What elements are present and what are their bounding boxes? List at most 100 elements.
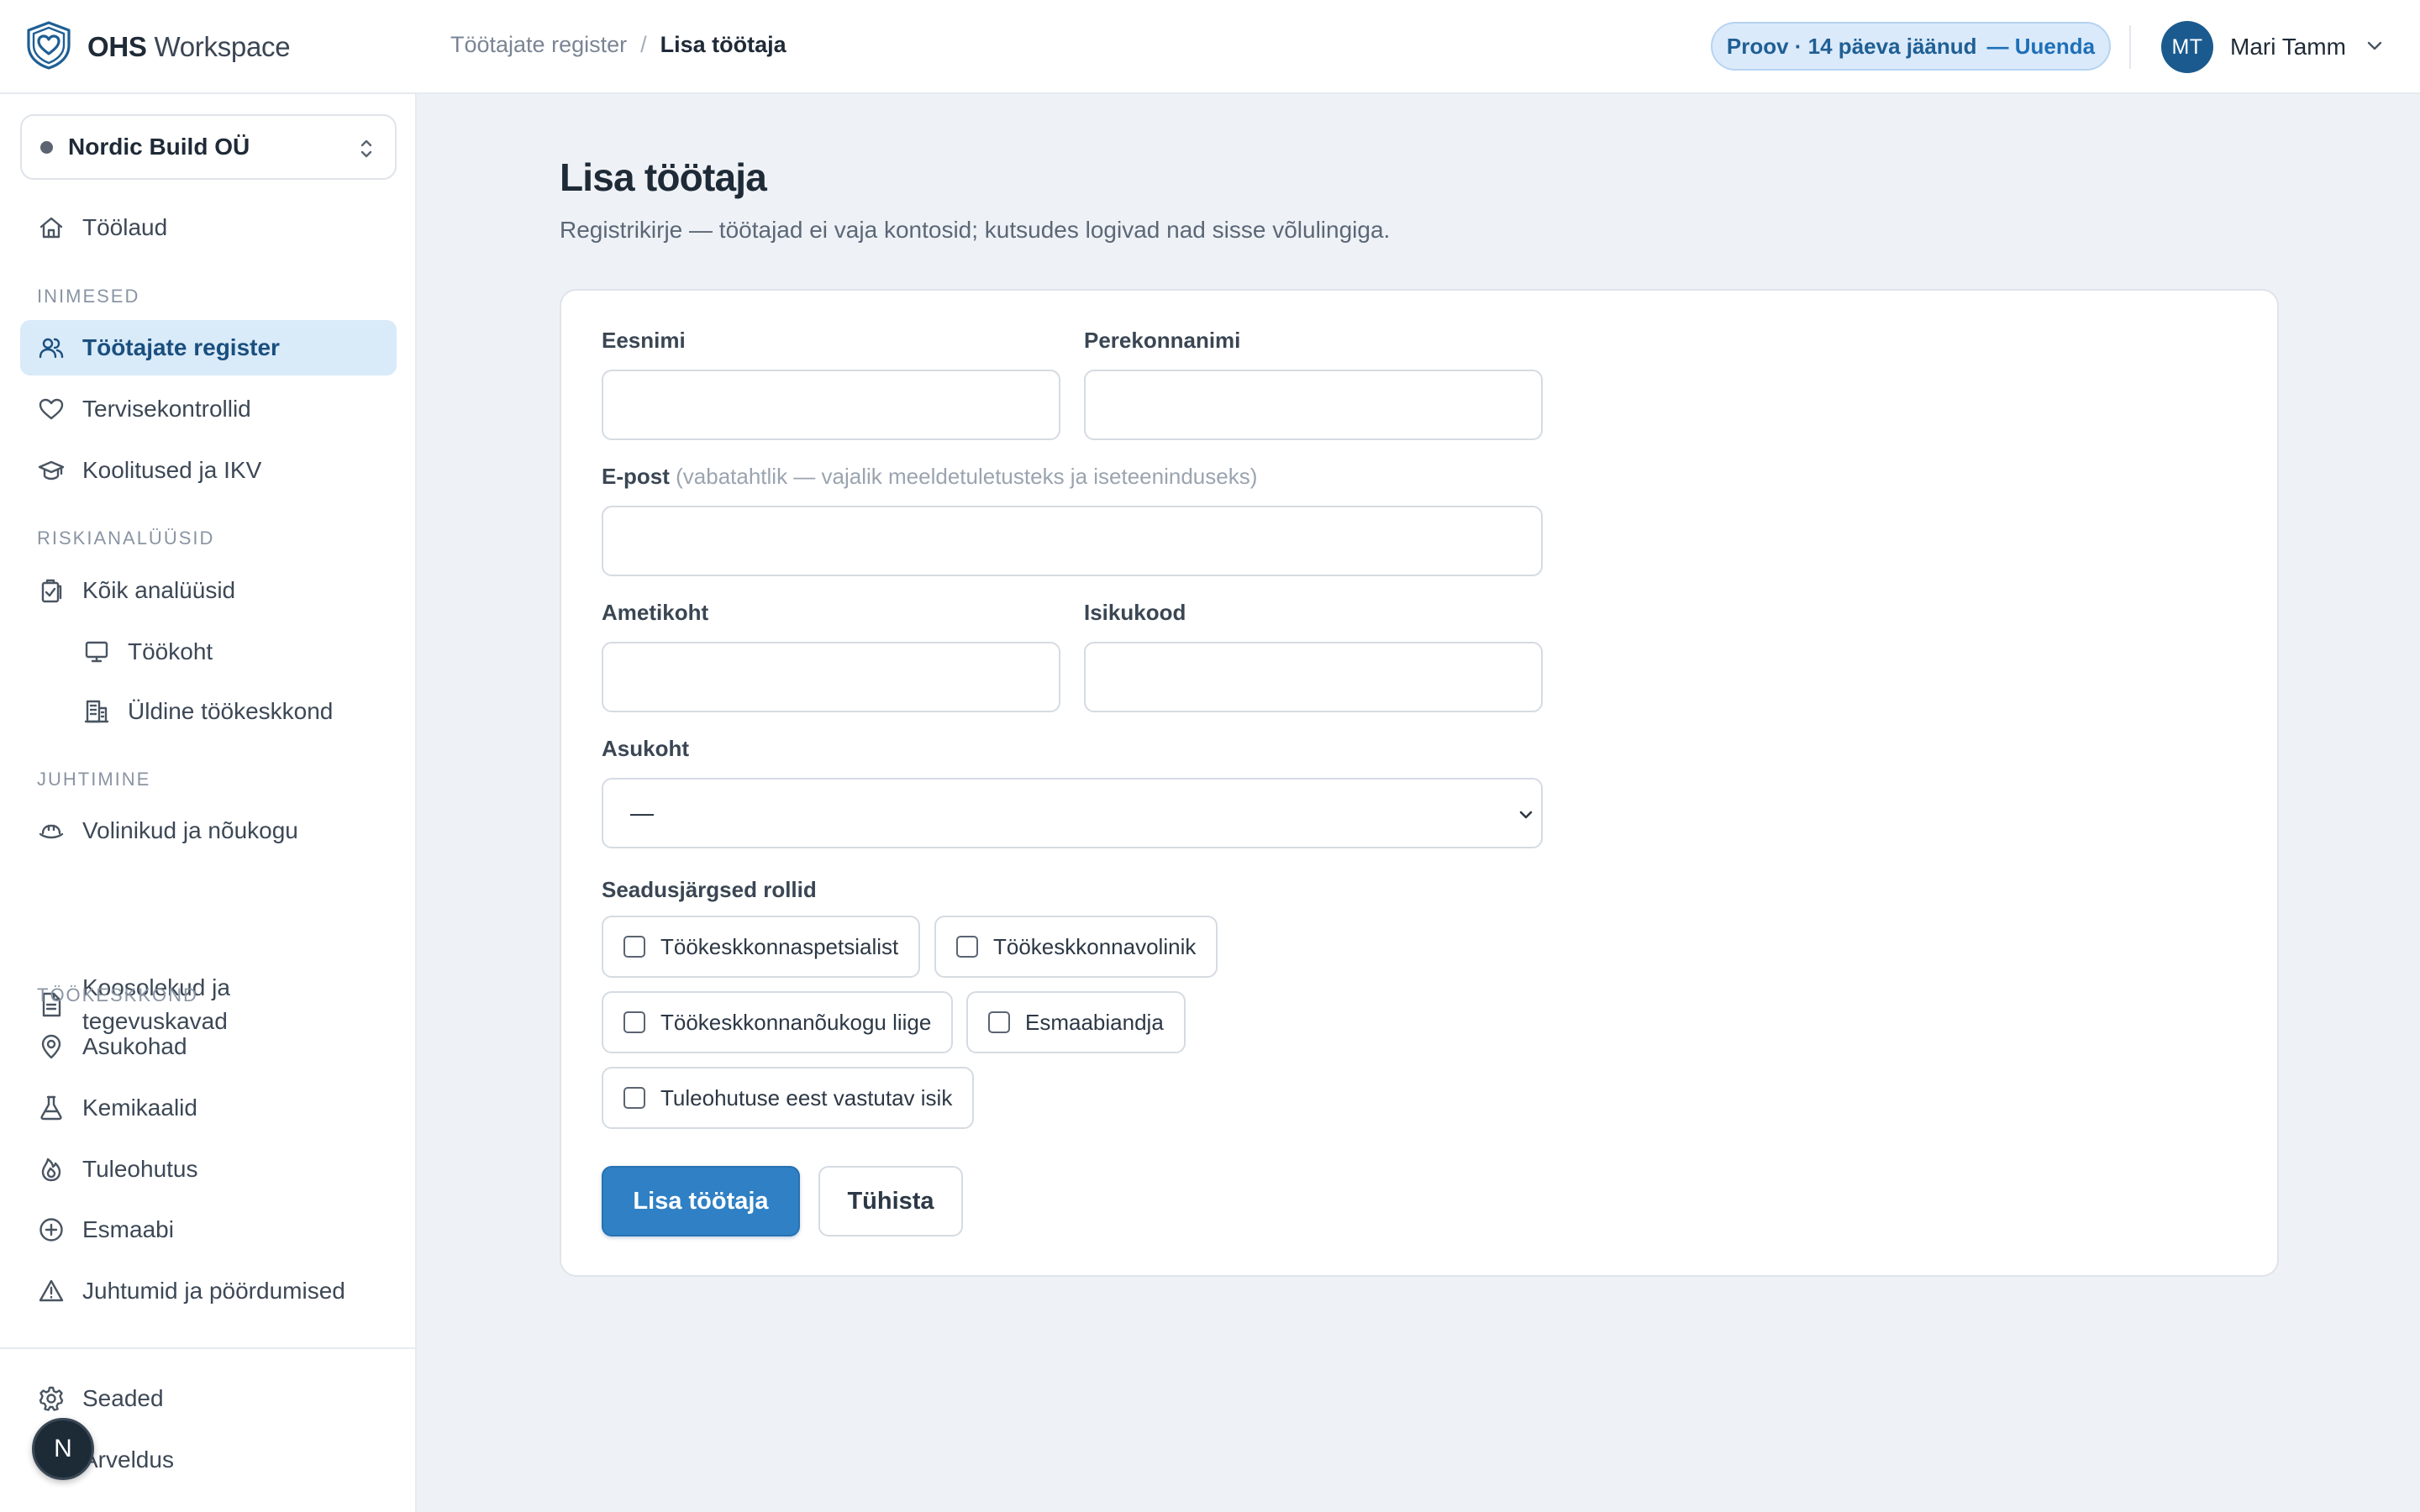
- sidebar-item-label: Seaded: [82, 1385, 164, 1411]
- sidebar-divider: [0, 1347, 415, 1349]
- sidebar-item-label: Arveldus: [82, 1446, 174, 1473]
- sidebar-item-health[interactable]: Tervisekontrollid: [20, 381, 397, 437]
- section-label-environment: TÖÖKESKKOND: [37, 984, 198, 1005]
- role-checkbox-ohs-council-member[interactable]: Töökeskkonnanõukogu liige: [602, 991, 954, 1053]
- trial-text: Proov · 14 päeva jäänud: [1726, 33, 1977, 59]
- monitor-icon: [82, 638, 111, 666]
- email-label-text: E-post: [602, 464, 670, 489]
- role-checkbox-ohs-specialist[interactable]: Töökeskkonnaspetsialist: [602, 916, 921, 978]
- first-name-label: Eesnimi: [602, 328, 686, 353]
- add-employee-form: Eesnimi Perekonnanimi E-post (vabatahtli…: [560, 289, 2279, 1277]
- trial-badge[interactable]: Proov · 14 päeva jäänud — Uuenda: [1711, 22, 2111, 71]
- job-title-input[interactable]: [602, 642, 1060, 712]
- role-checkbox-first-aider[interactable]: Esmaabiandja: [966, 991, 1186, 1053]
- home-icon: [37, 213, 66, 242]
- breadcrumb: Töötajate register / Lisa töötaja: [450, 32, 786, 58]
- header-divider: [2129, 25, 2131, 69]
- location-label: Asukoht: [602, 736, 689, 761]
- org-status-dot: [40, 140, 53, 154]
- hard-hat-icon: [37, 816, 66, 845]
- map-pin-icon: [37, 1032, 66, 1061]
- sidebar-item-label: Töötajate register: [82, 334, 280, 360]
- email-label: E-post (vabatahtlik — vajalik meeldetule…: [602, 464, 1257, 490]
- last-name-label: Perekonnanimi: [1084, 328, 1241, 353]
- checkbox[interactable]: [988, 1011, 1010, 1033]
- sidebar-item-label: Volinikud ja nõukogu: [82, 817, 298, 843]
- section-label-people: INIMESED: [37, 286, 140, 307]
- sidebar-item-general-environment[interactable]: Üldine töökeskkond: [20, 684, 397, 739]
- sidebar-item-label: Töökoht: [128, 638, 213, 664]
- avatar: MT: [2161, 21, 2213, 73]
- flame-icon: [37, 1155, 66, 1184]
- assistant-bubble-button[interactable]: N: [32, 1418, 94, 1480]
- org-name: Nordic Build OÜ: [68, 134, 250, 160]
- first-name-input[interactable]: [602, 370, 1060, 440]
- gear-icon: [37, 1384, 66, 1413]
- sidebar-item-dashboard[interactable]: Töölaud: [20, 200, 397, 255]
- user-menu[interactable]: MT Mari Tamm: [2161, 21, 2385, 73]
- page-subtitle: Registrikirje — töötajad ei vaja kontosi…: [560, 217, 1391, 243]
- cancel-button[interactable]: Tühista: [818, 1166, 963, 1236]
- last-name-input[interactable]: [1084, 370, 1543, 440]
- users-icon: [37, 333, 66, 362]
- role-label: Töökeskkonnavolinik: [993, 933, 1197, 959]
- sidebar-item-locations[interactable]: Asukohad: [20, 1019, 397, 1074]
- sidebar-item-label: Töölaud: [82, 214, 168, 240]
- flask-icon: [37, 1094, 66, 1122]
- role-checkbox-fire-safety-officer[interactable]: Tuleohutuse eest vastutav isik: [602, 1067, 975, 1129]
- plus-circle-icon: [37, 1215, 66, 1244]
- sidebar-item-settings[interactable]: Seaded: [20, 1371, 397, 1426]
- sidebar-item-label: Esmaabi: [82, 1216, 174, 1242]
- sidebar-item-label: Koolitused ja IKV: [82, 457, 262, 483]
- checkbox[interactable]: [623, 1087, 645, 1109]
- sidebar-item-label: Üldine töökeskkond: [128, 698, 334, 724]
- warning-icon: [37, 1277, 66, 1305]
- sidebar-item-trainings[interactable]: Koolitused ja IKV: [20, 443, 397, 498]
- clipboard-check-icon: [37, 576, 66, 605]
- role-label: Tuleohutuse eest vastutav isik: [660, 1084, 953, 1110]
- breadcrumb-employees-link[interactable]: Töötajate register: [450, 32, 627, 58]
- email-input[interactable]: [602, 506, 1543, 576]
- top-bar: OHS Workspace Töötajate register / Lisa …: [0, 0, 2420, 94]
- brand[interactable]: OHS Workspace: [25, 20, 291, 72]
- sidebar-item-fire-safety[interactable]: Tuleohutus: [20, 1142, 397, 1197]
- graduation-cap-icon: [37, 456, 66, 485]
- sidebar-item-all-analyses[interactable]: Kõik analüüsid: [20, 563, 397, 618]
- sidebar-item-representatives[interactable]: Volinikud ja nõukogu: [20, 803, 397, 858]
- role-checkbox-ohs-representative[interactable]: Töökeskkonnavolinik: [934, 916, 1218, 978]
- role-label: Töökeskkonnanõukogu liige: [660, 1009, 932, 1035]
- sidebar-item-chemicals[interactable]: Kemikaalid: [20, 1080, 397, 1136]
- sidebar-item-workplace[interactable]: Töökoht: [20, 624, 397, 680]
- role-label: Töökeskkonnaspetsialist: [660, 933, 899, 959]
- checkbox[interactable]: [956, 936, 978, 958]
- sidebar-item-label: Tervisekontrollid: [82, 396, 251, 422]
- sidebar-item-first-aid[interactable]: Esmaabi: [20, 1202, 397, 1257]
- personal-code-input[interactable]: [1084, 642, 1543, 712]
- email-hint: (vabatahtlik — vajalik meeldetuletusteks…: [676, 464, 1258, 489]
- location-selected-value: —: [630, 800, 654, 826]
- add-employee-button[interactable]: Lisa töötaja: [602, 1166, 800, 1236]
- sidebar-item-incidents[interactable]: Juhtumid ja pöördumised: [20, 1263, 397, 1319]
- renew-link[interactable]: — Uuenda: [1987, 34, 2096, 60]
- sidebar-item-label: Juhtumid ja pöördumised: [82, 1278, 345, 1304]
- heart-icon: [37, 395, 66, 423]
- personal-code-label: Isikukood: [1084, 600, 1186, 625]
- statutory-roles-label: Seadusjärgsed rollid: [602, 877, 817, 902]
- role-label: Esmaabiandja: [1025, 1009, 1164, 1035]
- checkbox[interactable]: [623, 936, 645, 958]
- location-select[interactable]: —: [602, 778, 1543, 848]
- checkbox[interactable]: [623, 1011, 645, 1033]
- main-content: Lisa töötaja Registrikirje — töötajad ei…: [417, 94, 2420, 1512]
- job-title-label: Ametikoht: [602, 600, 709, 625]
- user-name: Mari Tamm: [2230, 34, 2346, 60]
- chevron-down-icon: [2346, 35, 2385, 60]
- breadcrumb-separator: /: [640, 32, 647, 57]
- sidebar-item-label: Kemikaalid: [82, 1095, 197, 1121]
- brand-name: OHS Workspace: [87, 31, 291, 62]
- org-switcher[interactable]: Nordic Build OÜ: [20, 114, 397, 180]
- sidebar: Nordic Build OÜ Töölaud INIMESED Töötaja…: [0, 94, 417, 1512]
- section-label-management: JUHTIMINE: [37, 769, 151, 790]
- sidebar-item-label: Kõik analüüsid: [82, 577, 236, 603]
- sidebar-item-label: Tuleohutus: [82, 1156, 198, 1182]
- sidebar-item-employees[interactable]: Töötajate register: [20, 320, 397, 375]
